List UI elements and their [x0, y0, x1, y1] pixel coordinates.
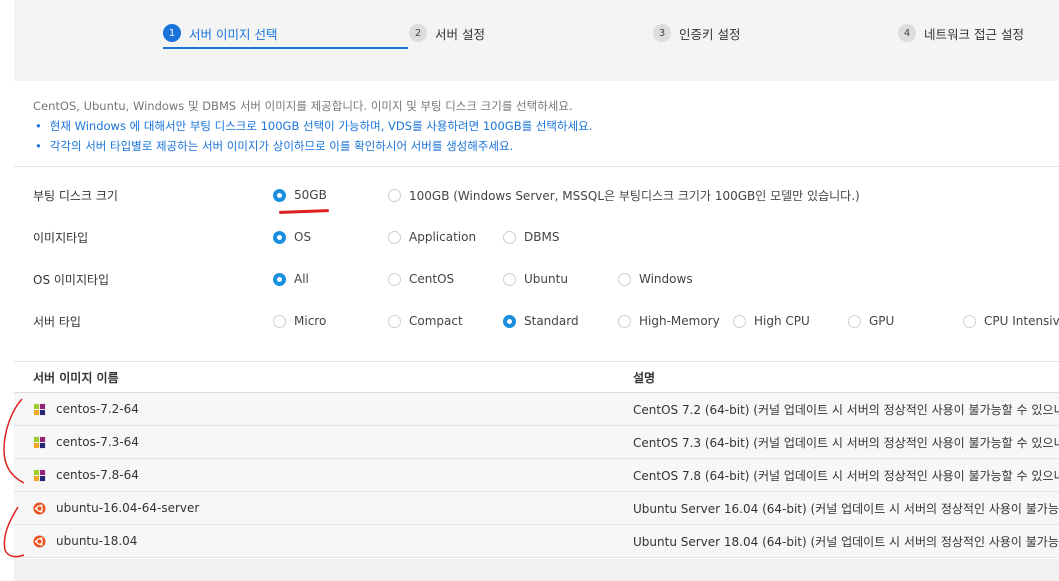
- radio-dot-icon: [388, 188, 401, 202]
- radio-dot-icon: [618, 272, 631, 286]
- info-text: CentOS, Ubuntu, Windows 및 DBMS 서버 이미지를 제…: [33, 99, 573, 113]
- radio-label: Standard: [524, 314, 579, 328]
- image-name: centos-7.3-64: [56, 435, 139, 449]
- os-type-all-radio[interactable]: All: [273, 272, 309, 286]
- radio-dot-icon: [388, 230, 401, 244]
- radio-label: 50GB: [294, 188, 327, 202]
- radio-dot-icon: [503, 230, 516, 244]
- server-type-label: 서버 타입: [33, 314, 81, 329]
- info-bullet: 각각의 서버 타입별로 제공하는 서버 이미지가 상이하므로 이를 확인하시어 …: [33, 136, 592, 156]
- boot-disk-100gb-radio[interactable]: 100GB (Windows Server, MSSQL은 부팅디스크 크기가 …: [388, 187, 860, 204]
- step-number: 3: [653, 24, 671, 42]
- radio-label: CPU Intensive: [984, 314, 1059, 328]
- info-bullet: 현재 Windows 에 대해서만 부팅 디스크로 100GB 선택이 가능하며…: [33, 116, 593, 136]
- step-label: 서버 이미지 선택: [189, 26, 278, 42]
- server-type-gpu-radio[interactable]: GPU: [848, 314, 894, 328]
- server-type-cpu-intensive-radio[interactable]: CPU Intensive: [963, 314, 1059, 328]
- step-number: 1: [163, 24, 181, 42]
- radio-label: 100GB (Windows Server, MSSQL은 부팅디스크 크기가 …: [409, 188, 860, 203]
- stepper: 1 서버 이미지 선택 2 서버 설정 3 인증키 설정 4 네트워크 접근 설…: [14, 0, 1059, 81]
- ubuntu-logo-icon: [33, 534, 46, 548]
- radio-label: OS: [294, 230, 312, 244]
- radio-label: High-Memory: [639, 314, 720, 328]
- radio-dot-icon: [618, 314, 631, 328]
- image-type-os-radio[interactable]: OS: [273, 230, 311, 244]
- step-label: 네트워크 접근 설정: [924, 26, 1024, 42]
- table-row[interactable]: centos-7.3-64 CentOS 7.3 (64-bit) (커널 업데…: [14, 426, 1059, 459]
- radio-dot-icon: [388, 272, 401, 286]
- image-name: centos-7.8-64: [56, 468, 139, 482]
- radio-label: Windows: [639, 272, 693, 286]
- radio-label: GPU: [869, 314, 895, 328]
- radio-label: Compact: [409, 314, 463, 328]
- boot-disk-50gb-radio[interactable]: 50GB: [273, 188, 327, 202]
- server-image-table: 서버 이미지 이름 설명 centos-7.2-64 CentOS 7.2 (6…: [14, 362, 1059, 558]
- radio-dot-icon: [273, 188, 286, 202]
- radio-dot-icon: [848, 314, 861, 328]
- radio-label: CentOS: [409, 272, 455, 286]
- ubuntu-logo-icon: [33, 501, 46, 515]
- table-header: 서버 이미지 이름 설명: [14, 362, 1059, 393]
- radio-dot-icon: [963, 314, 976, 328]
- image-description: CentOS 7.8 (64-bit) (커널 업데이트 시 서버의 정상적인 …: [633, 468, 1059, 483]
- radio-label: Ubuntu: [524, 272, 568, 286]
- image-name: centos-7.2-64: [56, 402, 139, 416]
- image-description: CentOS 7.2 (64-bit) (커널 업데이트 시 서버의 정상적인 …: [633, 402, 1059, 417]
- image-description: Ubuntu Server 16.04 (64-bit) (커널 업데이트 시 …: [633, 501, 1059, 516]
- image-description: CentOS 7.3 (64-bit) (커널 업데이트 시 서버의 정상적인 …: [633, 435, 1059, 450]
- image-type-label: 이미지타입: [33, 230, 89, 245]
- table-row[interactable]: centos-7.8-64 CentOS 7.8 (64-bit) (커널 업데…: [14, 459, 1059, 492]
- os-type-centos-radio[interactable]: CentOS: [388, 272, 454, 286]
- table-row[interactable]: centos-7.2-64 CentOS 7.2 (64-bit) (커널 업데…: [14, 393, 1059, 426]
- radio-label: DBMS: [524, 230, 560, 244]
- step-4-network-access[interactable]: 4 네트워크 접근 설정: [898, 18, 1024, 48]
- step-1-server-image[interactable]: 1 서버 이미지 선택: [163, 18, 277, 48]
- image-type-application-radio[interactable]: Application: [388, 230, 476, 244]
- radio-dot-icon: [273, 314, 286, 328]
- divider: [14, 166, 1059, 167]
- column-header-name: 서버 이미지 이름: [33, 370, 119, 385]
- red-annotation-underline: [278, 209, 330, 214]
- red-annotation-bracket: [3, 398, 25, 558]
- step-label: 인증키 설정: [679, 26, 741, 42]
- server-type-compact-radio[interactable]: Compact: [388, 314, 463, 328]
- radio-dot-icon: [733, 314, 746, 328]
- radio-dot-icon: [503, 314, 516, 328]
- info-notice: CentOS, Ubuntu, Windows 및 DBMS 서버 이미지를 제…: [33, 96, 592, 156]
- radio-label: High CPU: [754, 314, 810, 328]
- radio-label: Application: [409, 230, 477, 244]
- radio-label: Micro: [294, 314, 327, 328]
- server-type-standard-radio[interactable]: Standard: [503, 314, 579, 328]
- table-row[interactable]: ubuntu-16.04-64-server Ubuntu Server 16.…: [14, 492, 1059, 525]
- image-type-dbms-radio[interactable]: DBMS: [503, 230, 559, 244]
- centos-logo-icon: [33, 436, 46, 448]
- radio-dot-icon: [273, 230, 286, 244]
- image-description: Ubuntu Server 18.04 (64-bit) (커널 업데이트 시 …: [633, 534, 1059, 549]
- server-type-high-cpu-radio[interactable]: High CPU: [733, 314, 810, 328]
- image-name: ubuntu-16.04-64-server: [56, 501, 200, 515]
- centos-logo-icon: [33, 403, 46, 415]
- active-step-underline: [163, 47, 408, 49]
- os-type-windows-radio[interactable]: Windows: [618, 272, 693, 286]
- server-type-micro-radio[interactable]: Micro: [273, 314, 326, 328]
- step-3-auth-key[interactable]: 3 인증키 설정: [653, 18, 740, 48]
- step-label: 서버 설정: [435, 26, 485, 42]
- os-type-ubuntu-radio[interactable]: Ubuntu: [503, 272, 568, 286]
- radio-dot-icon: [388, 314, 401, 328]
- radio-label: All: [294, 272, 309, 286]
- centos-logo-icon: [33, 469, 46, 481]
- step-number: 2: [409, 24, 427, 42]
- os-image-type-label: OS 이미지타입: [33, 272, 110, 287]
- radio-dot-icon: [273, 272, 286, 286]
- step-2-server-settings[interactable]: 2 서버 설정: [409, 18, 485, 48]
- table-row[interactable]: ubuntu-18.04 Ubuntu Server 18.04 (64-bit…: [14, 525, 1059, 558]
- page-bottom-area: [14, 559, 1059, 581]
- column-header-description: 설명: [633, 370, 656, 385]
- image-name: ubuntu-18.04: [56, 534, 138, 548]
- boot-disk-label: 부팅 디스크 크기: [33, 188, 118, 203]
- step-number: 4: [898, 24, 916, 42]
- server-type-high-memory-radio[interactable]: High-Memory: [618, 314, 720, 328]
- radio-dot-icon: [503, 272, 516, 286]
